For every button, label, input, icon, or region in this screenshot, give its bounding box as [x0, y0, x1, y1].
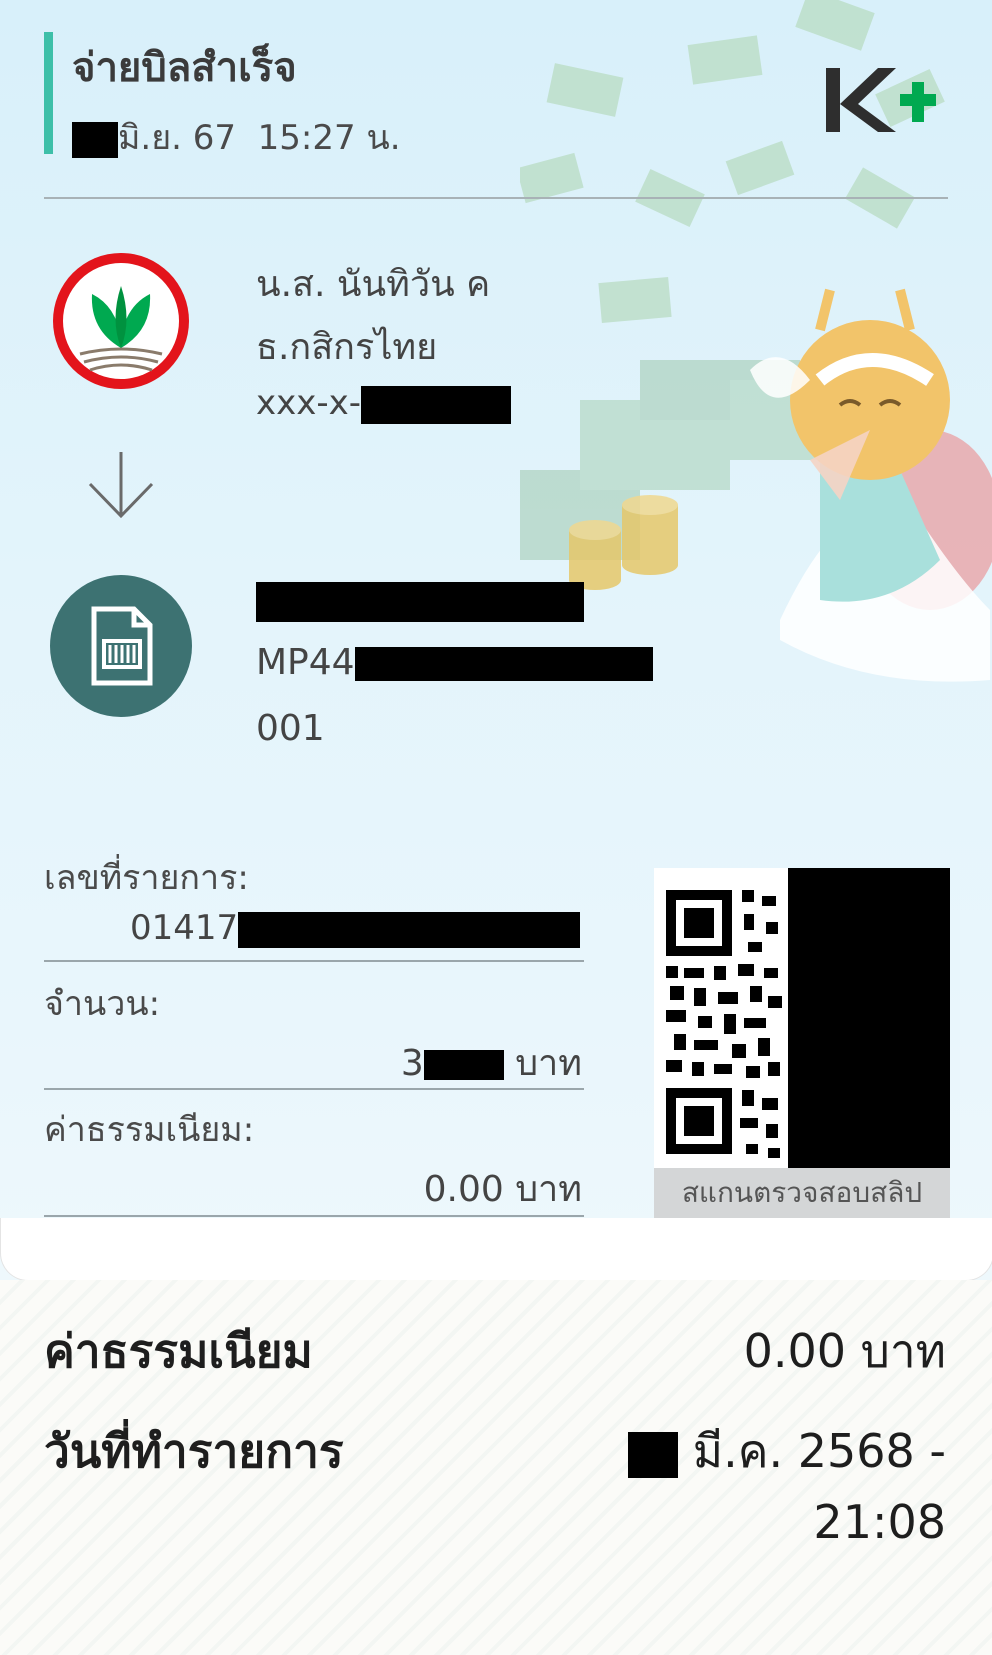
amount-prefix: 3 [400, 1043, 424, 1084]
amount-value: 3 บาท [401, 1034, 582, 1091]
header-accent-bar [44, 32, 53, 154]
redacted-day [72, 121, 118, 158]
txid-value: 01417 [130, 908, 581, 948]
biller-reference-1: MP44 [256, 642, 653, 683]
kplus-logo [826, 68, 936, 132]
qr-code-panel[interactable]: สแกนตรวจสอบสลิป [654, 868, 950, 1218]
redacted-account [361, 385, 512, 424]
slip-bottom-edge [0, 1218, 992, 1280]
arrow-down-icon [88, 452, 154, 519]
divider-2 [44, 1088, 584, 1090]
fee-value: 0.00 บาท [423, 1169, 582, 1210]
redacted-qr-part [788, 868, 950, 1168]
redacted-amount [423, 1050, 504, 1080]
biller-ref1-prefix: MP44 [256, 642, 355, 683]
redacted-txid [238, 911, 581, 948]
redacted-summary-day [628, 1431, 679, 1478]
redacted-ref1 [354, 647, 653, 681]
sender-bank: ธ.กสิกรไทย [256, 327, 438, 368]
payment-slip: จ่ายบิลสำเร็จ มิ.ย. 67 15:27 น. น.ส. นัน… [0, 0, 992, 1280]
summary-time-value: 21:08 [813, 1495, 946, 1549]
txid-label: เลขที่รายการ: [44, 858, 249, 898]
kasikorn-bank-logo-icon [53, 253, 189, 389]
redacted-biller-name [256, 582, 584, 622]
page-title: จ่ายบิลสำเร็จ [72, 45, 297, 91]
amount-unit: บาท [515, 1043, 582, 1084]
summary-fee-label: ค่าธรรมเนียม [44, 1324, 313, 1378]
qr-caption: สแกนตรวจสอบสลิป [654, 1168, 950, 1218]
time-text: 15:27 น. [257, 118, 401, 158]
biller-reference-2: 001 [256, 708, 325, 749]
amount-label: จำนวน: [44, 984, 161, 1024]
sender-name: น.ส. นันทิวัน ค [256, 264, 491, 305]
fee-label: ค่าธรรมเนียม: [44, 1110, 255, 1150]
txid-prefix: 01417 [130, 908, 239, 948]
summary-date-text: มี.ค. 2568 - [692, 1424, 946, 1478]
divider-3 [44, 1215, 584, 1217]
sender-account-prefix: xxx-x- [256, 383, 362, 423]
summary-fee-value: 0.00 บาท [743, 1324, 946, 1378]
header-divider [44, 197, 948, 199]
date-text: มิ.ย. 67 [118, 118, 237, 158]
divider-1 [44, 960, 584, 962]
transaction-datetime: มิ.ย. 67 15:27 น. [72, 110, 401, 164]
transaction-summary: ค่าธรรมเนียม 0.00 บาท วันที่ทำรายการ มี.… [0, 1280, 992, 1655]
sender-account: xxx-x- [256, 383, 512, 424]
qr-code-icon [666, 890, 782, 1158]
summary-date-label: วันที่ทำรายการ [44, 1424, 344, 1478]
summary-date-value: มี.ค. 2568 - [628, 1415, 946, 1488]
bill-document-icon [50, 575, 192, 717]
